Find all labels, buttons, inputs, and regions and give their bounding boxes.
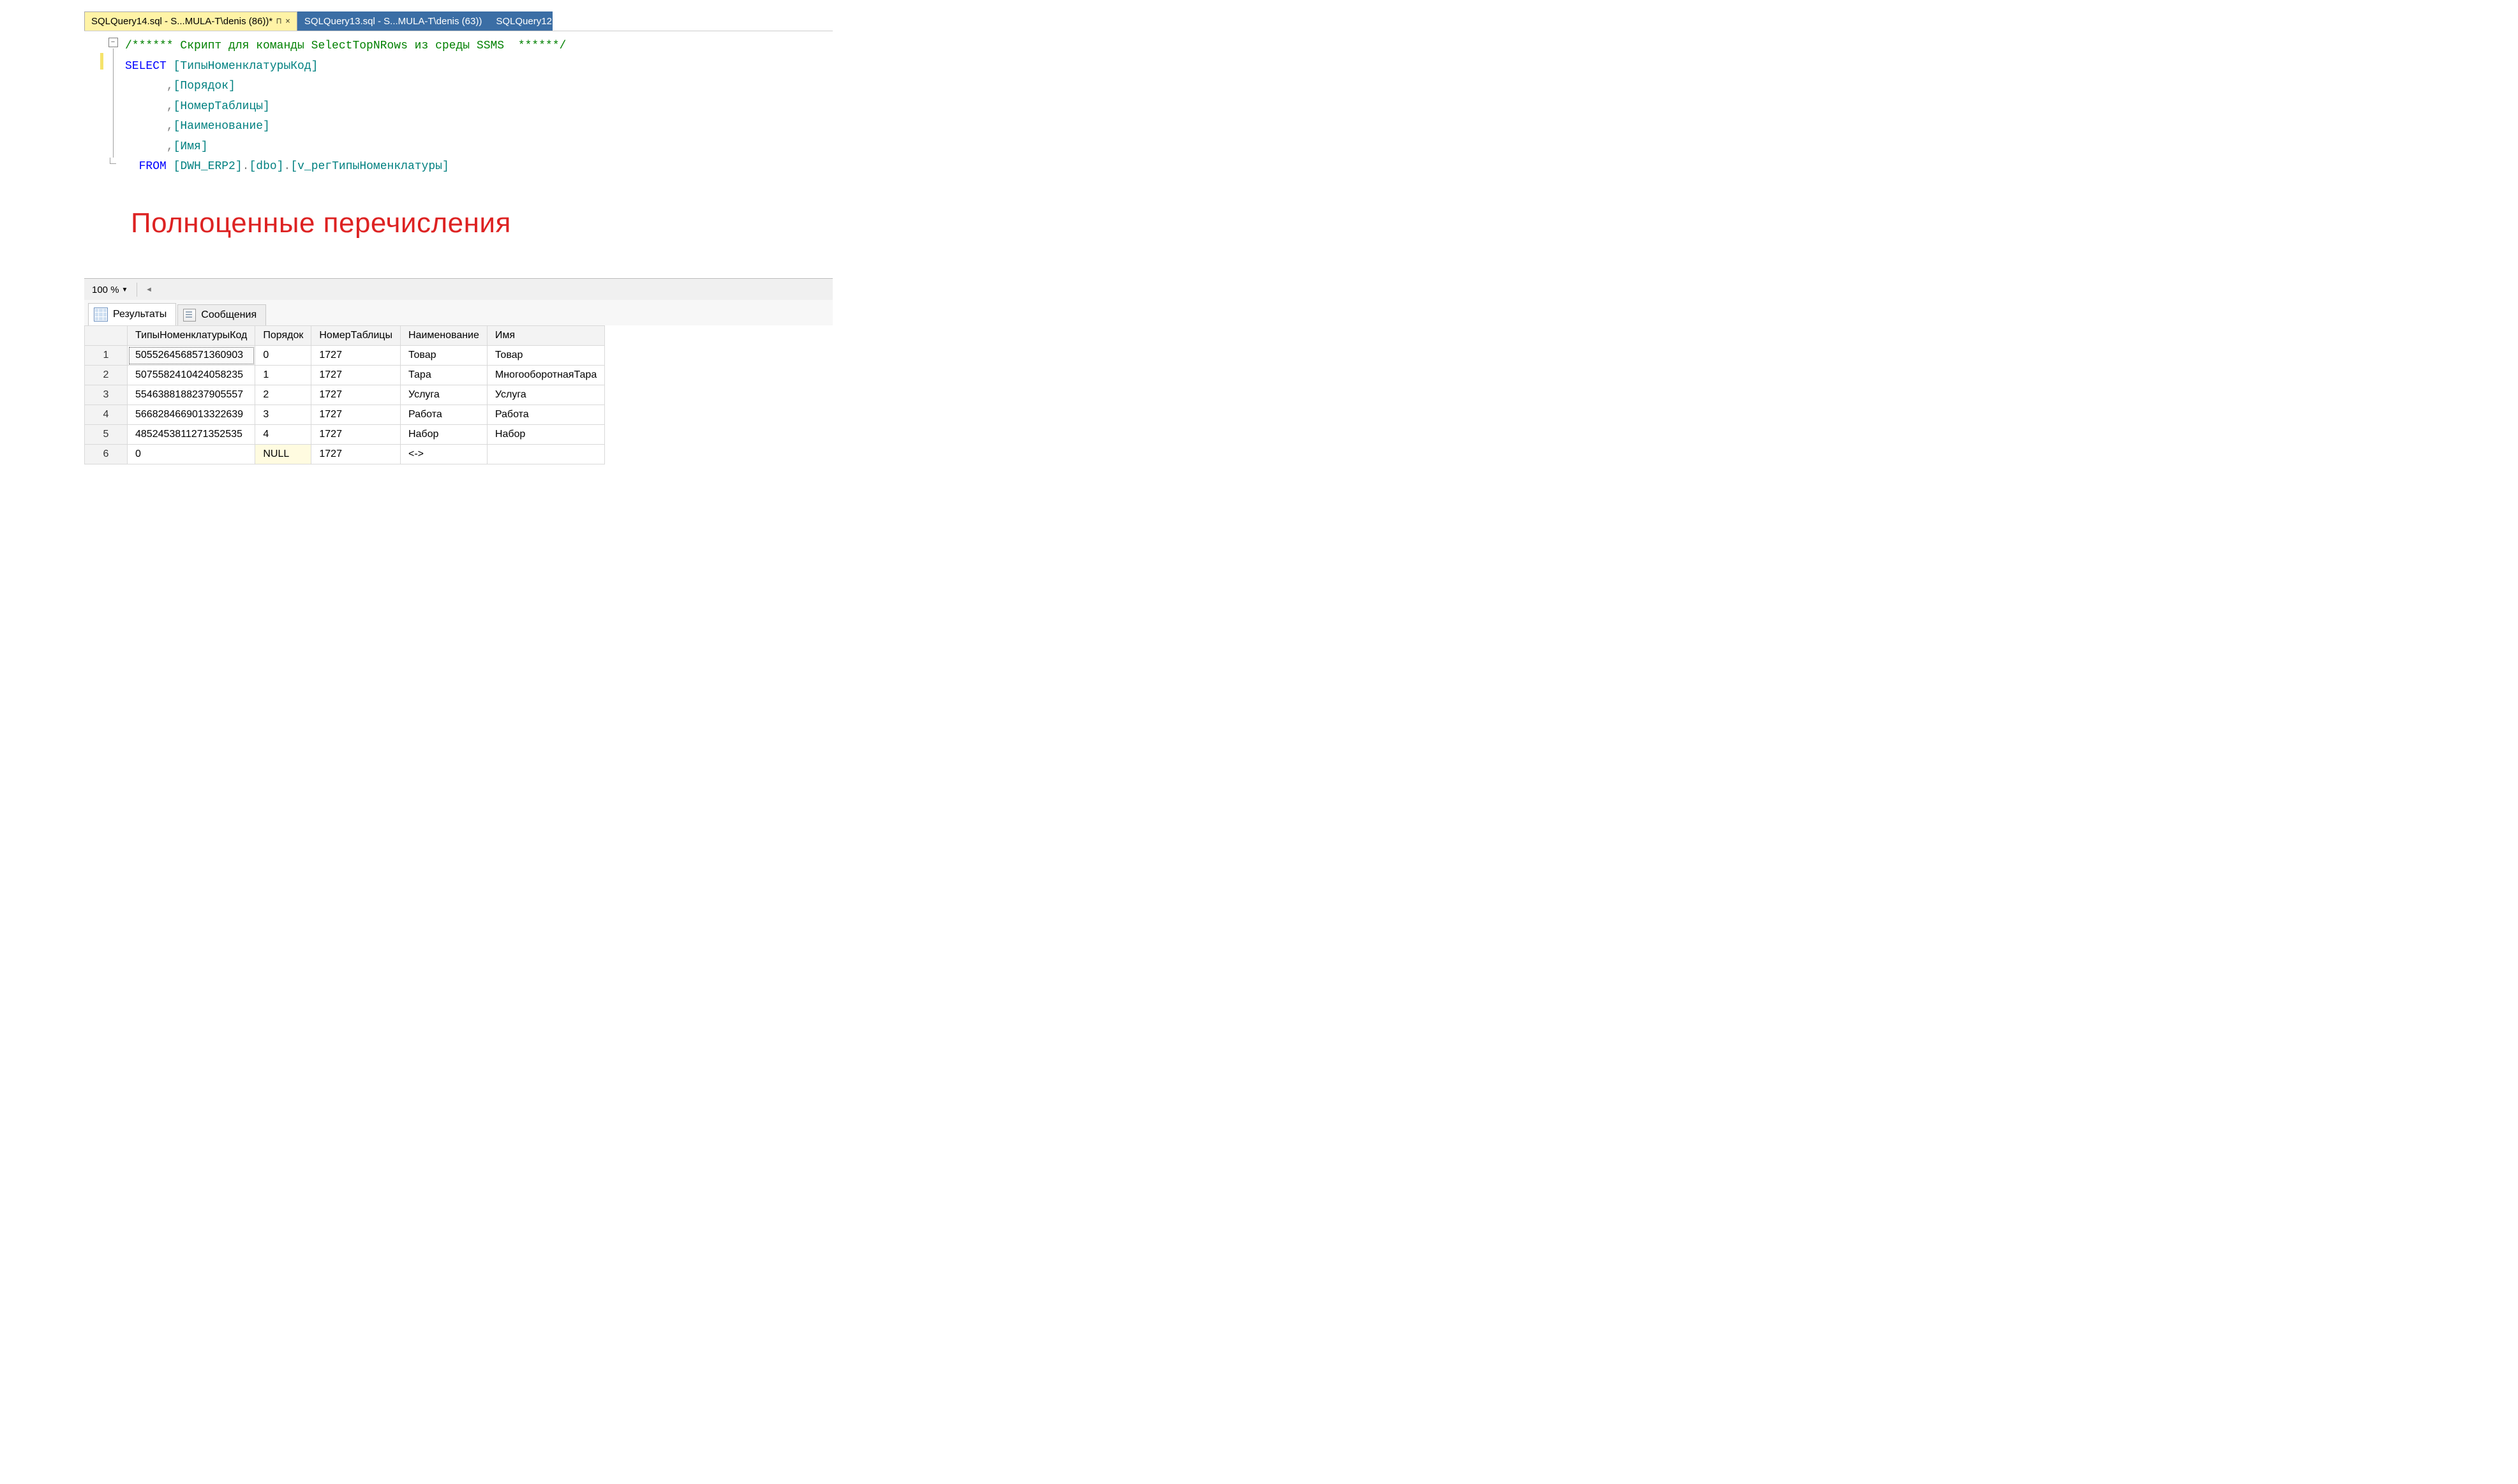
col-0: [ТипыНоменклатурыКод] (174, 60, 318, 73)
pin-icon[interactable]: ⊓ (276, 17, 281, 26)
cell[interactable]: Товар (487, 346, 604, 366)
cell[interactable]: 5075582410424058235 (128, 366, 255, 385)
close-icon[interactable]: × (285, 17, 290, 26)
table-row[interactable]: 60NULL1727<-> (85, 445, 605, 464)
code-comment: /****** Скрипт для команды SelectTopNRow… (125, 40, 566, 52)
tab-results[interactable]: Результаты (88, 303, 176, 325)
tab-messages-label: Сообщения (201, 309, 257, 321)
cell[interactable]: 5055264568571360903 (128, 346, 255, 366)
messages-icon (183, 309, 196, 322)
cell[interactable]: 5668284669013322639 (128, 405, 255, 425)
fold-toggle-icon[interactable]: − (108, 38, 118, 47)
col-2: [НомерТаблицы] (174, 100, 270, 113)
row-header-blank (85, 326, 128, 346)
cell[interactable]: Услуга (400, 385, 487, 405)
cell[interactable]: 1727 (311, 385, 401, 405)
cell[interactable]: Работа (400, 405, 487, 425)
kw-select: SELECT (125, 60, 167, 73)
cell[interactable]: Работа (487, 405, 604, 425)
row-number[interactable]: 6 (85, 445, 128, 464)
editor-tab-strip: SQLQuery14.sql - S...MULA-T\denis (86))*… (84, 11, 833, 31)
results-grid[interactable]: ТипыНоменклатурыКод Порядок НомерТаблицы… (84, 325, 605, 464)
table-row[interactable]: 4566828466901332263931727РаботаРабота (85, 405, 605, 425)
src-obj: [v_регТипыНоменклатуры] (290, 160, 449, 173)
row-number[interactable]: 4 (85, 405, 128, 425)
col-header[interactable]: НомерТаблицы (311, 326, 401, 346)
table-row[interactable]: 3554638818823790555721727УслугаУслуга (85, 385, 605, 405)
cell[interactable]: Услуга (487, 385, 604, 405)
cell[interactable]: 1727 (311, 425, 401, 445)
col-header[interactable]: Имя (487, 326, 604, 346)
fold-end-icon (110, 158, 116, 164)
col-3: [Наименование] (174, 120, 270, 133)
code-text[interactable]: /****** Скрипт для команды SelectTopNRow… (125, 36, 566, 177)
src-schema: [dbo] (249, 160, 283, 173)
cell[interactable]: NULL (255, 445, 311, 464)
cell[interactable]: 1727 (311, 346, 401, 366)
col-header[interactable]: ТипыНоменклатурыКод (128, 326, 255, 346)
cell[interactable]: Набор (400, 425, 487, 445)
cell[interactable]: 4 (255, 425, 311, 445)
cell[interactable]: 1727 (311, 445, 401, 464)
cell[interactable]: <-> (400, 445, 487, 464)
scroll-left-icon[interactable]: ◄ (144, 284, 154, 295)
cell[interactable]: 1727 (311, 405, 401, 425)
cell[interactable]: 0 (255, 346, 311, 366)
cell[interactable]: Тара (400, 366, 487, 385)
tab-sqlquery13[interactable]: SQLQuery13.sql - S...MULA-T\denis (63)) (297, 11, 489, 31)
row-number[interactable]: 2 (85, 366, 128, 385)
zoom-dropdown[interactable]: 100 % ▼ (89, 283, 130, 297)
cell[interactable]: 1727 (311, 366, 401, 385)
kw-from: FROM (139, 160, 167, 173)
results-pane-tabstrip: Результаты Сообщения (84, 300, 833, 326)
sql-editor[interactable]: − /****** Скрипт для команды SelectTopNR… (84, 31, 833, 188)
tab-sqlquery14-active[interactable]: SQLQuery14.sql - S...MULA-T\denis (86))*… (84, 11, 297, 31)
table-row[interactable]: 2507558241042405823511727ТараМногооборот… (85, 366, 605, 385)
src-db: [DWH_ERP2] (174, 160, 242, 173)
row-number[interactable]: 3 (85, 385, 128, 405)
cell[interactable]: 4852453811271352535 (128, 425, 255, 445)
code-fold-gutter: − (103, 36, 123, 164)
cell[interactable]: 3 (255, 405, 311, 425)
tab-label: SQLQuery14.sql - S...MULA-T\denis (86))* (91, 16, 272, 27)
tab-label: SQLQuery13.sql - S...MULA-T\denis (63)) (304, 16, 482, 27)
col-header[interactable]: Наименование (400, 326, 487, 346)
cell[interactable]: 1 (255, 366, 311, 385)
col-1: [Порядок] (174, 80, 235, 93)
chevron-down-icon: ▼ (122, 286, 128, 293)
row-number[interactable]: 1 (85, 346, 128, 366)
tab-label: SQLQuery12 (496, 16, 552, 27)
tab-messages[interactable]: Сообщения (177, 304, 266, 325)
cell[interactable]: 2 (255, 385, 311, 405)
table-row[interactable]: 1505526456857136090301727ТоварТовар (85, 346, 605, 366)
results-grid-container[interactable]: ТипыНоменклатурыКод Порядок НомерТаблицы… (84, 325, 833, 521)
tab-sqlquery12-partial[interactable]: SQLQuery12 (489, 11, 553, 31)
fold-guideline (113, 48, 114, 158)
cell[interactable] (487, 445, 604, 464)
table-row[interactable]: 5485245381127135253541727НаборНабор (85, 425, 605, 445)
col-4: [Имя] (174, 140, 208, 153)
col-header[interactable]: Порядок (255, 326, 311, 346)
zoom-value: 100 % (92, 285, 119, 295)
cell[interactable]: Набор (487, 425, 604, 445)
annotation-overlay-text: Полноценные перечисления (131, 207, 511, 239)
tab-results-label: Результаты (113, 309, 167, 320)
cell[interactable]: Товар (400, 346, 487, 366)
cell[interactable]: 5546388188237905557 (128, 385, 255, 405)
row-number[interactable]: 5 (85, 425, 128, 445)
editor-zoom-bar: 100 % ▼ ◄ (84, 278, 833, 301)
grid-icon (94, 308, 108, 322)
cell[interactable]: 0 (128, 445, 255, 464)
cell[interactable]: МногооборотнаяТара (487, 366, 604, 385)
